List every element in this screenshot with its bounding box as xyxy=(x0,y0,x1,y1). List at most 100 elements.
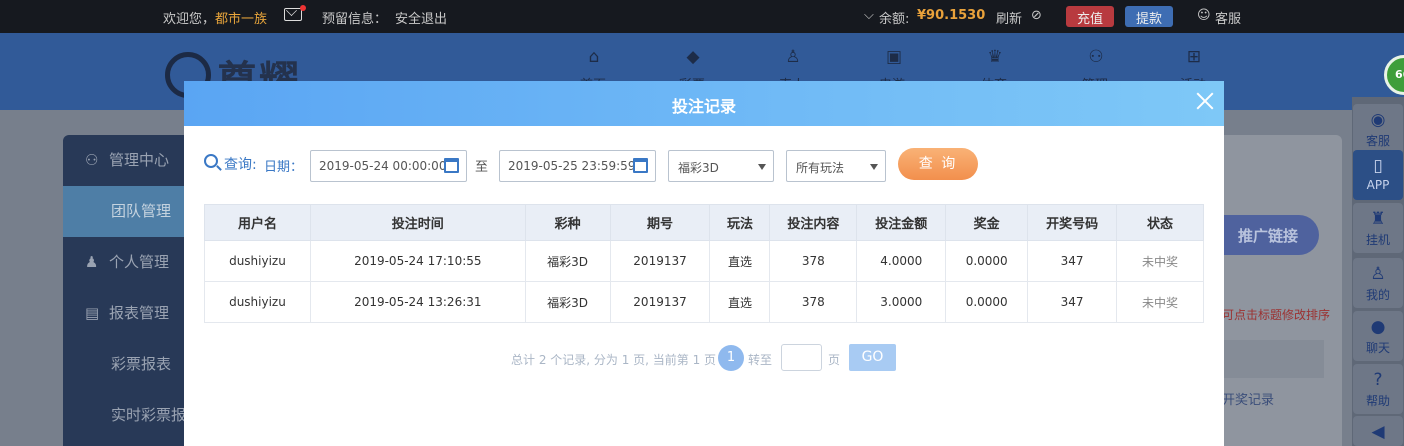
bet-record-table: 用户名 投注时间 彩种 期号 玩法 投注内容 投注金额 奖金 开奖号码 状态 d… xyxy=(204,204,1204,323)
to-label: 至 xyxy=(475,160,489,175)
recharge-button[interactable]: 充值 xyxy=(1066,6,1115,27)
report-icon: ▤ xyxy=(85,304,100,322)
col-prize: 奖金 xyxy=(945,204,1029,241)
dropdown-arrow-icon xyxy=(870,164,878,170)
col-amount: 投注金额 xyxy=(856,204,947,241)
mail-icon[interactable] xyxy=(284,8,302,21)
toolbar-app[interactable]: ▯ APP xyxy=(1353,150,1403,200)
phone-icon: ▯ xyxy=(1373,156,1383,176)
headset-icon: ◉ xyxy=(1370,110,1386,130)
col-draw-number: 开奖号码 xyxy=(1027,204,1118,241)
sidebar-item-reports[interactable]: ▤ 报表管理 xyxy=(63,288,188,339)
pager-page-unit: 页 xyxy=(828,353,841,367)
top-bar: 欢迎您，都市一族 预留信息： 安全退出 ⌵ 余额: ¥90.1530 刷新 ⊘ … xyxy=(0,0,1404,33)
withdraw-button[interactable]: 提款 xyxy=(1125,6,1174,27)
slot-icon[interactable]: ▣ xyxy=(884,47,904,67)
cell-draw-number: 347 xyxy=(1027,240,1118,282)
balance-value: ¥90.1530 xyxy=(917,8,986,23)
col-lottery: 彩种 xyxy=(524,204,611,241)
calendar-icon[interactable] xyxy=(633,158,648,173)
toolbar-sound[interactable]: ◀ xyxy=(1353,416,1403,446)
cell-play: 直选 xyxy=(709,281,771,323)
cell-status: 未中奖 xyxy=(1116,281,1204,323)
dealer-icon[interactable]: ♙ xyxy=(783,47,803,67)
cell-content: 378 xyxy=(769,281,858,323)
table-header-row: 用户名 投注时间 彩种 期号 玩法 投注内容 投注金额 奖金 开奖号码 状态 xyxy=(204,204,1204,241)
close-icon[interactable] xyxy=(1194,90,1216,112)
group-icon: ⚇ xyxy=(85,151,99,169)
calendar-icon[interactable] xyxy=(444,158,459,173)
eye-off-icon[interactable]: ⊘ xyxy=(1031,8,1042,23)
chevron-down-icon[interactable]: ⌵ xyxy=(864,8,874,23)
users-icon[interactable]: ⚇ xyxy=(1086,47,1106,67)
toolbar-hangup[interactable]: ♜ 挂机 xyxy=(1353,203,1403,253)
col-content: 投注内容 xyxy=(769,204,858,241)
cell-issue: 2019137 xyxy=(609,240,711,282)
sidebar-item-live-lottery-report[interactable]: 实时彩票报 xyxy=(63,390,188,441)
ticket-icon[interactable]: ◆ xyxy=(683,47,703,67)
chat-icon: ● xyxy=(1370,317,1386,337)
user-icon: ♙ xyxy=(1370,264,1386,284)
modal-title: 投注记录 xyxy=(671,97,736,116)
search-icon xyxy=(204,154,218,168)
date-label: 日期： xyxy=(264,160,304,175)
cell-draw-number: 347 xyxy=(1027,281,1118,323)
cell-prize: 0.0000 xyxy=(945,240,1029,282)
money-bag-icon: ♜ xyxy=(1370,209,1386,229)
balance-label: 余额: xyxy=(879,12,910,27)
trophy-icon[interactable]: ♛ xyxy=(985,47,1005,67)
speaker-icon: ◀ xyxy=(1371,422,1385,442)
query-button[interactable]: 查 询 xyxy=(898,148,978,180)
sidebar-item-management-center[interactable]: ⚇ 管理中心 xyxy=(63,135,188,186)
cell-username: dushiyizu xyxy=(204,281,311,323)
sidebar: ⚇ 管理中心 团队管理 ♟ 个人管理 ▤ 报表管理 彩票报表 实时彩票报 xyxy=(63,135,188,446)
cell-status: 未中奖 xyxy=(1116,240,1204,282)
play-type-select[interactable]: 所有玩法 xyxy=(786,150,886,182)
logout-link[interactable]: 安全退出 xyxy=(395,8,447,27)
pager-page-input[interactable] xyxy=(781,344,822,371)
service-link[interactable]: 客服 xyxy=(1215,8,1241,27)
sidebar-item-personal[interactable]: ♟ 个人管理 xyxy=(63,237,188,288)
gift-icon[interactable]: ⊞ xyxy=(1184,47,1204,67)
user-icon: ♟ xyxy=(85,253,99,271)
cell-content: 378 xyxy=(769,240,858,282)
toolbar-mine[interactable]: ♙ 我的 xyxy=(1353,258,1403,308)
username: 都市一族 xyxy=(215,12,268,27)
open-record-link[interactable]: 开奖记录 xyxy=(1222,389,1274,408)
notification-dot xyxy=(300,5,306,11)
cell-play: 直选 xyxy=(709,240,771,282)
reserved-info: 预留信息： xyxy=(322,12,388,27)
cell-issue: 2019137 xyxy=(609,281,711,323)
bet-record-modal: 投注记录 查询: 日期： 2019-05-24 00:00:00 至 2019-… xyxy=(184,81,1224,446)
help-icon: ? xyxy=(1373,370,1383,390)
toolbar-help[interactable]: ? 帮助 xyxy=(1353,364,1403,414)
modal-header: 投注记录 xyxy=(184,81,1224,126)
col-bet-time: 投注时间 xyxy=(309,204,526,241)
pagination: 总计 2 个记录, 分为 1 页, 当前第 1 页 1 转至 页 GO xyxy=(184,343,1224,373)
cell-amount: 4.0000 xyxy=(856,240,947,282)
sidebar-item-lottery-report[interactable]: 彩票报表 xyxy=(63,339,188,390)
toolbar-chat[interactable]: ● 聊天 xyxy=(1353,311,1403,361)
col-issue: 期号 xyxy=(609,204,711,241)
service-icon[interactable]: ☺ xyxy=(1197,8,1211,23)
toolbar-service[interactable]: ◉ 客服 xyxy=(1353,104,1403,154)
pager-go-button[interactable]: GO xyxy=(849,344,896,371)
sidebar-item-team[interactable]: 团队管理 xyxy=(63,186,188,237)
pager-current-page[interactable]: 1 xyxy=(718,345,744,371)
home-icon[interactable]: ⌂ xyxy=(584,47,604,67)
lottery-select[interactable]: 福彩3D xyxy=(668,150,774,182)
table-row: dushiyizu 2019-05-24 17:10:55 福彩3D 20191… xyxy=(204,240,1204,282)
cell-lottery: 福彩3D xyxy=(524,240,611,282)
cell-amount: 3.0000 xyxy=(856,281,947,323)
refresh-link[interactable]: 刷新 xyxy=(996,8,1022,27)
pager-info: 总计 2 个记录, 分为 1 页, 当前第 1 页 xyxy=(511,353,717,367)
cell-username: dushiyizu xyxy=(204,240,311,282)
cell-prize: 0.0000 xyxy=(945,281,1029,323)
cell-bet-time: 2019-05-24 17:10:55 xyxy=(309,240,526,282)
col-play: 玩法 xyxy=(709,204,771,241)
cell-lottery: 福彩3D xyxy=(524,281,611,323)
query-label: 查询: xyxy=(224,157,257,173)
col-username: 用户名 xyxy=(204,204,311,241)
table-row: dushiyizu 2019-05-24 13:26:31 福彩3D 20191… xyxy=(204,281,1204,323)
cell-bet-time: 2019-05-24 13:26:31 xyxy=(309,281,526,323)
